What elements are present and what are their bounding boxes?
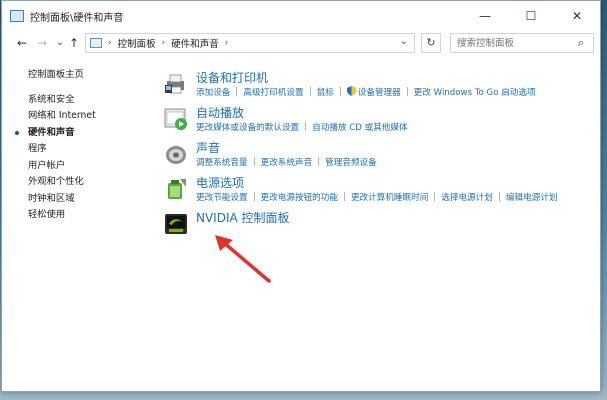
breadcrumb-control-panel[interactable]: 控制面板 [118, 36, 156, 50]
current-item-bullet [15, 130, 19, 135]
category-title-autoplay[interactable]: 自动播放 [196, 104, 244, 121]
breadcrumb-hardware-and-sound[interactable]: 硬件和声音 [171, 36, 219, 50]
sidebar-item-ease-of-access[interactable]: 轻松使用 [28, 207, 158, 224]
category-links-devices-printers: 添加设备 高级打印机设置 鼠标 设备管理器 更改 Windows To Go 启动选项 [196, 86, 536, 98]
link-autoplay-cd[interactable]: 自动播放 CD 或其他媒体 [312, 123, 407, 133]
search-input[interactable] [450, 33, 594, 53]
link-sleep-time[interactable]: 更改计算机睡眠时间 [351, 193, 428, 203]
category-power-options: 电源选项 更改节能设置 更改电源按钮的功能 更改计算机睡眠时间 选择电源计划 编辑电源计… [162, 174, 592, 209]
link-divider [318, 157, 320, 166]
link-power-button-function[interactable]: 更改电源按钮的功能 [261, 193, 338, 203]
up-button[interactable]: ↑ [66, 34, 82, 52]
sidebar-item-programs[interactable]: 程序 [28, 141, 158, 158]
control-panel-icon [10, 10, 24, 22]
uac-shield-icon [346, 86, 356, 96]
forward-button[interactable]: → [34, 34, 50, 52]
annotation-arrow-icon [215, 235, 271, 283]
main-content: 设备和打印机 添加设备 高级打印机设置 鼠标 设备管理器 更改 Windows To G… [162, 69, 592, 244]
link-change-media-defaults[interactable]: 更改媒体或设备的默认设置 [196, 123, 299, 133]
category-links-sound: 调整系统音量 更改系统声音 管理音频设备 [196, 156, 377, 168]
link-divider [309, 87, 311, 96]
search-icon[interactable]: ⌕ [578, 36, 584, 50]
category-title-devices-printers[interactable]: 设备和打印机 [196, 69, 268, 86]
window-title: 控制面板\硬件和声音 [30, 12, 124, 24]
link-advanced-printer-settings[interactable]: 高级打印机设置 [243, 88, 303, 98]
sidebar-item-hardware-sound[interactable]: 硬件和声音 [28, 125, 158, 142]
link-power-saving-settings[interactable]: 更改节能设置 [196, 193, 248, 203]
link-device-manager[interactable]: 设备管理器 [358, 88, 401, 98]
link-manage-audio-devices[interactable]: 管理音频设备 [325, 158, 377, 168]
printer-icon[interactable] [164, 72, 188, 96]
link-change-system-sounds[interactable]: 更改系统声音 [261, 158, 313, 168]
link-divider [253, 192, 255, 201]
category-devices-printers: 设备和打印机 添加设备 高级打印机设置 鼠标 设备管理器 更改 Windows To G… [162, 69, 592, 104]
sidebar-item-home[interactable]: 控制面板主页 [28, 67, 158, 84]
breadcrumb-separator[interactable]: › [225, 38, 229, 48]
link-divider [434, 192, 436, 201]
sidebar: 控制面板主页 系统和安全 网络和 Internet 硬件和声音 程序 用户帐户 … [15, 67, 158, 224]
title-bar[interactable]: 控制面板\硬件和声音 — ☐ ✕ [2, 1, 600, 31]
sidebar-item-user-accounts[interactable]: 用户帐户 [28, 158, 158, 175]
category-autoplay: 自动播放 更改媒体或设备的默认设置 自动播放 CD 或其他媒体 [162, 104, 592, 139]
link-divider [253, 157, 255, 166]
sidebar-item-network-internet[interactable]: 网络和 Internet [28, 108, 158, 125]
window-controls: — ☐ ✕ [462, 1, 600, 31]
refresh-button[interactable]: ↻ [421, 33, 441, 53]
link-divider [343, 192, 345, 201]
link-divider [339, 87, 341, 96]
link-divider [498, 192, 500, 201]
link-divider [406, 87, 408, 96]
minimize-button[interactable]: — [462, 1, 508, 31]
link-divider [305, 122, 307, 131]
control-panel-window: 控制面板\硬件和声音 — ☐ ✕ ← → ⌄ ↑ › 控制面板 › 硬件和声音 … [1, 0, 601, 392]
power-options-icon[interactable] [164, 177, 188, 201]
category-sound: 声音 调整系统音量 更改系统声音 管理音频设备 [162, 139, 592, 174]
link-edit-power-plan[interactable]: 编辑电源计划 [506, 193, 558, 203]
sidebar-item-appearance[interactable]: 外观和个性化 [28, 174, 158, 191]
nvidia-icon[interactable] [164, 212, 188, 236]
control-panel-icon [90, 38, 102, 48]
autoplay-icon[interactable] [164, 107, 188, 131]
category-links-autoplay: 更改媒体或设备的默认设置 自动播放 CD 或其他媒体 [196, 121, 408, 133]
link-windows-to-go[interactable]: 更改 Windows To Go 启动选项 [414, 88, 536, 98]
close-button[interactable]: ✕ [554, 1, 600, 31]
link-mouse[interactable]: 鼠标 [317, 88, 334, 98]
category-links-power-options: 更改节能设置 更改电源按钮的功能 更改计算机睡眠时间 选择电源计划 编辑电源计划 [196, 191, 557, 203]
speaker-icon[interactable] [164, 142, 188, 166]
link-adjust-volume[interactable]: 调整系统音量 [196, 158, 248, 168]
link-choose-power-plan[interactable]: 选择电源计划 [441, 193, 493, 203]
category-title-power-options[interactable]: 电源选项 [196, 174, 244, 191]
address-row: ← → ⌄ ↑ › 控制面板 › 硬件和声音 › ⌄ ↻ ⌕ [2, 31, 600, 55]
breadcrumb-separator: › [108, 38, 112, 48]
address-dropdown-icon[interactable]: ⌄ [400, 36, 408, 47]
link-divider [236, 87, 238, 96]
address-bar[interactable]: › 控制面板 › 硬件和声音 › ⌄ [85, 33, 415, 53]
category-title-sound[interactable]: 声音 [196, 139, 220, 156]
maximize-button[interactable]: ☐ [508, 1, 554, 31]
sidebar-item-system-security[interactable]: 系统和安全 [28, 92, 158, 109]
link-add-device[interactable]: 添加设备 [196, 88, 230, 98]
back-button[interactable]: ← [14, 34, 30, 52]
category-title-nvidia-control-panel[interactable]: NVIDIA 控制面板 [196, 209, 290, 226]
sidebar-item-clock-region[interactable]: 时钟和区域 [28, 191, 158, 208]
breadcrumb-separator[interactable]: › [162, 38, 166, 48]
